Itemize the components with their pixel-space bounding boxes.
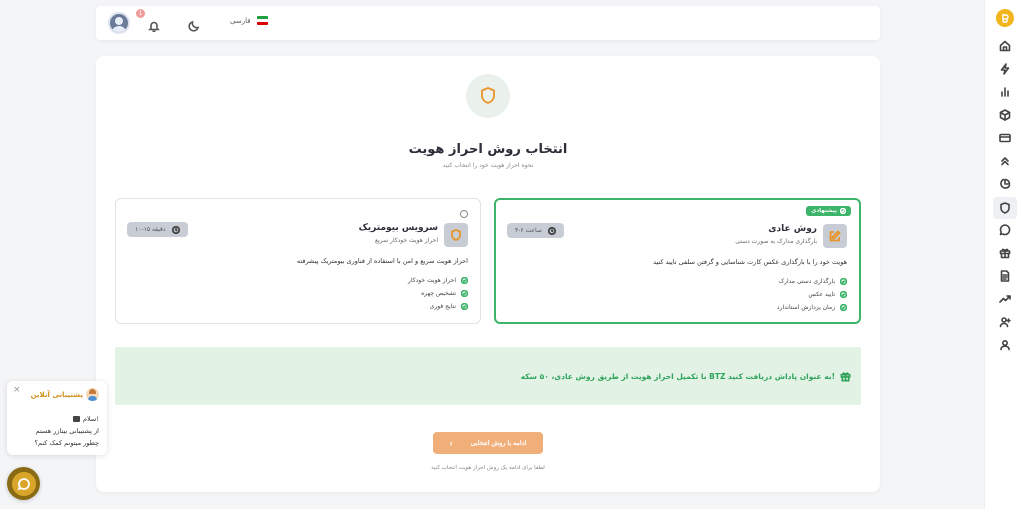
option-title: سرویس بیومتریک: [358, 223, 438, 233]
option-biometric[interactable]: سرویس بیومتریک احراز هویت خودکار سریع ۱۰…: [115, 198, 481, 324]
chart-icon[interactable]: [996, 83, 1014, 101]
verification-card: انتخاب روش احراز هویت نحوه احراز هویت خو…: [96, 56, 880, 492]
language-label: فارسی: [230, 16, 251, 25]
clock-icon: [547, 226, 556, 235]
feature-item: تایید عکس: [777, 288, 847, 301]
page-title: انتخاب روش احراز هویت: [408, 142, 568, 157]
language-selector[interactable]: فارسی: [230, 16, 268, 25]
box-icon[interactable]: [996, 106, 1014, 124]
time-estimate: ۱۰-۱۵ دقیقه: [127, 222, 188, 237]
support-title: پشتیبانی آنلاین: [30, 391, 83, 399]
chat-bubble-icon: [11, 471, 36, 496]
edit-icon: [823, 224, 847, 248]
gift-icon: [840, 371, 851, 381]
shield-icon[interactable]: [993, 197, 1017, 219]
reward-banner: با تکمیل احراز هویت از طریق روش عادی، ۵۰…: [115, 347, 861, 405]
user-icon[interactable]: [996, 336, 1014, 354]
clock-icon: [171, 225, 180, 234]
check-circle-icon: [461, 290, 468, 297]
close-icon[interactable]: ×: [13, 386, 21, 395]
option-normal[interactable]: پیشنهادی روش عادی بارگذاری مدارک به صورت…: [494, 198, 861, 324]
check-circle-icon: [840, 208, 846, 214]
check-circle-icon: [461, 303, 468, 310]
feature-item: زمان پردازش استاندارد: [777, 301, 847, 314]
card-icon[interactable]: [996, 129, 1014, 147]
moon-icon[interactable]: [188, 17, 200, 32]
feature-item: بارگذاری دستی مدارک: [777, 275, 847, 288]
option-description: هویت خود را با بارگذاری عکس کارت شناسایی…: [653, 258, 847, 266]
robot-icon: [73, 416, 81, 422]
option-title: روش عادی: [768, 224, 817, 234]
feature-item: احراز هویت خودکار: [408, 274, 468, 287]
page-subtitle: نحوه احراز هویت خود را انتخاب کنید: [442, 162, 534, 169]
top-bar: 1 فارسی: [96, 6, 880, 40]
check-circle-icon: [840, 304, 847, 311]
check-circle-icon: [840, 278, 847, 285]
chevron-left-icon: ‹: [449, 438, 453, 448]
shield-icon: [444, 223, 468, 247]
iran-flag-icon: [256, 16, 268, 25]
feature-list: احراز هویت خودکار تشخیص چهره نتایج فوری: [408, 274, 468, 313]
pie-chart-icon[interactable]: [996, 175, 1014, 193]
support-popup: × پشتیبانی آنلاین سلام! از پشتیبانی بیتا…: [7, 381, 107, 455]
option-subtitle: احراز هویت خودکار سریع: [374, 237, 438, 244]
feature-item: نتایج فوری: [408, 300, 468, 313]
check-circle-icon: [840, 291, 847, 298]
option-subtitle: بارگذاری مدارک به صورت دستی: [735, 238, 817, 245]
chat-button[interactable]: [7, 467, 40, 500]
sidebar: [984, 0, 1024, 509]
shield-icon: [466, 74, 510, 118]
continue-hint: لطفا برای ادامه یک روش احراز هویت انتخاب…: [431, 465, 545, 471]
support-agent-avatar: [86, 388, 99, 401]
gift-icon[interactable]: [996, 244, 1014, 262]
time-text: ۴-۶ ساعت: [515, 227, 542, 234]
home-icon[interactable]: [996, 37, 1014, 55]
trending-icon[interactable]: [996, 290, 1014, 308]
support-message: سلام! از پشتیبانی بیتازر هستم چطور میتون…: [34, 415, 99, 447]
recommended-badge: پیشنهادی: [806, 206, 851, 216]
check-circle-icon: [461, 277, 468, 284]
reward-text: با تکمیل احراز هویت از طریق روش عادی، ۵۰…: [520, 371, 835, 381]
time-text: ۱۰-۱۵ دقیقه: [135, 226, 166, 233]
feature-list: بارگذاری دستی مدارک تایید عکس زمان پرداز…: [777, 275, 847, 314]
lightning-icon[interactable]: [996, 60, 1014, 78]
time-estimate: ۴-۶ ساعت: [507, 223, 564, 238]
logo-icon[interactable]: [996, 9, 1014, 27]
option-description: احراز هویت سریع و امن با استفاده از فناو…: [296, 257, 468, 265]
option-radio[interactable]: [460, 210, 468, 218]
continue-button-label: ادامه با روش انتخابی: [470, 440, 527, 447]
continue-button[interactable]: ‹ ادامه با روش انتخابی: [433, 432, 543, 454]
feature-item: تشخیص چهره: [408, 287, 468, 300]
chat-icon[interactable]: [996, 221, 1014, 239]
avatar[interactable]: [108, 12, 130, 34]
chevrons-up-icon[interactable]: [996, 152, 1014, 170]
document-icon[interactable]: [996, 267, 1014, 285]
notification-badge: 1: [136, 9, 145, 18]
user-plus-icon[interactable]: [996, 313, 1014, 331]
bell-icon[interactable]: [148, 17, 160, 33]
